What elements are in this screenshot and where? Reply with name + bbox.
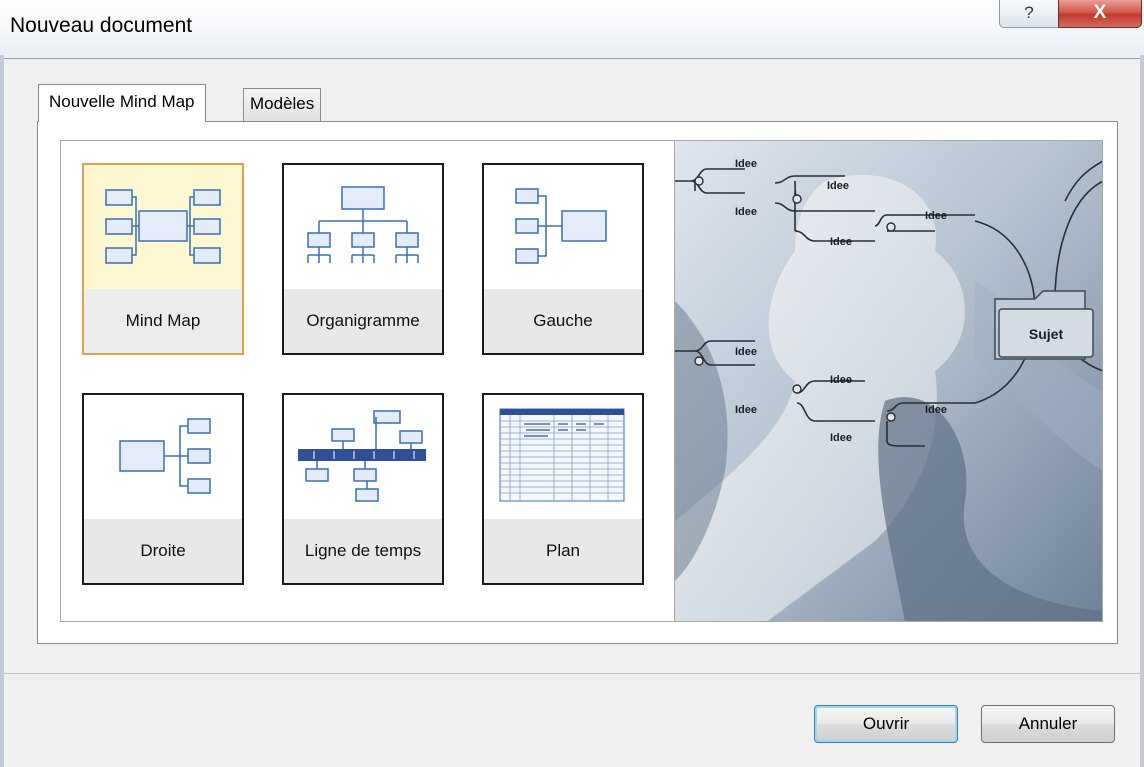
footer-divider (4, 673, 1140, 674)
close-icon: X (1093, 2, 1107, 23)
template-plan[interactable]: Plan (482, 393, 644, 585)
template-gauche[interactable]: Gauche (482, 163, 644, 355)
left-map-icon (515, 188, 607, 264)
template-label: Gauche (484, 289, 642, 353)
close-button[interactable]: X (1058, 0, 1142, 28)
tab-modeles[interactable]: Modèles (243, 88, 322, 122)
right-map-icon (119, 418, 211, 494)
idea-label: Idee (827, 180, 849, 192)
title-bar: Nouveau document ? X (0, 0, 1144, 55)
template-organigramme[interactable]: Organigramme (282, 163, 444, 355)
window-frame-left (0, 55, 4, 767)
idea-label: Idee (735, 404, 757, 416)
tab-label: Nouvelle Mind Map (49, 92, 195, 111)
template-mind-map[interactable]: Mind Map (82, 163, 244, 355)
mind-map-icon (105, 189, 221, 264)
idea-label: Idee (830, 432, 852, 444)
mind-map-preview-illustration: Sujet Idee Idee Idee Idee Idee Idee Idee… (675, 141, 1102, 621)
help-button[interactable]: ? (999, 0, 1059, 28)
idea-label: Idee (925, 404, 947, 416)
template-label: Plan (484, 519, 642, 583)
template-label: Mind Map (84, 289, 242, 353)
central-topic-node: Sujet (994, 290, 1094, 360)
central-topic-label: Sujet (1029, 326, 1064, 342)
dialog-title: Nouveau document (10, 14, 193, 37)
outline-table-icon (499, 408, 625, 502)
tab-label: Modèles (250, 94, 315, 113)
idea-label: Idee (925, 210, 947, 222)
org-chart-icon (307, 186, 419, 263)
idea-label: Idee (735, 158, 757, 170)
template-ligne-de-temps[interactable]: Ligne de temps (282, 393, 444, 585)
open-button[interactable]: Ouvrir (814, 705, 958, 743)
template-label: Ligne de temps (284, 519, 442, 583)
idea-label: Idee (735, 206, 757, 218)
tab-nouvelle-mind-map[interactable]: Nouvelle Mind Map (38, 84, 206, 122)
timeline-icon (298, 410, 426, 502)
idea-label: Idee (830, 374, 852, 386)
template-preview-image: Sujet Idee Idee Idee Idee Idee Idee Idee… (675, 140, 1103, 622)
title-divider (4, 58, 1140, 59)
template-droite[interactable]: Droite (82, 393, 244, 585)
open-button-label: Ouvrir (862, 714, 910, 733)
help-icon: ? (1024, 3, 1034, 22)
idea-label: Idee (735, 346, 757, 358)
template-label: Organigramme (284, 289, 442, 353)
window-frame-right (1140, 55, 1144, 767)
idea-label: Idee (830, 236, 852, 248)
template-label: Droite (84, 519, 242, 583)
cancel-button-label: Annuler (1018, 714, 1078, 733)
cancel-button[interactable]: Annuler (981, 705, 1115, 743)
